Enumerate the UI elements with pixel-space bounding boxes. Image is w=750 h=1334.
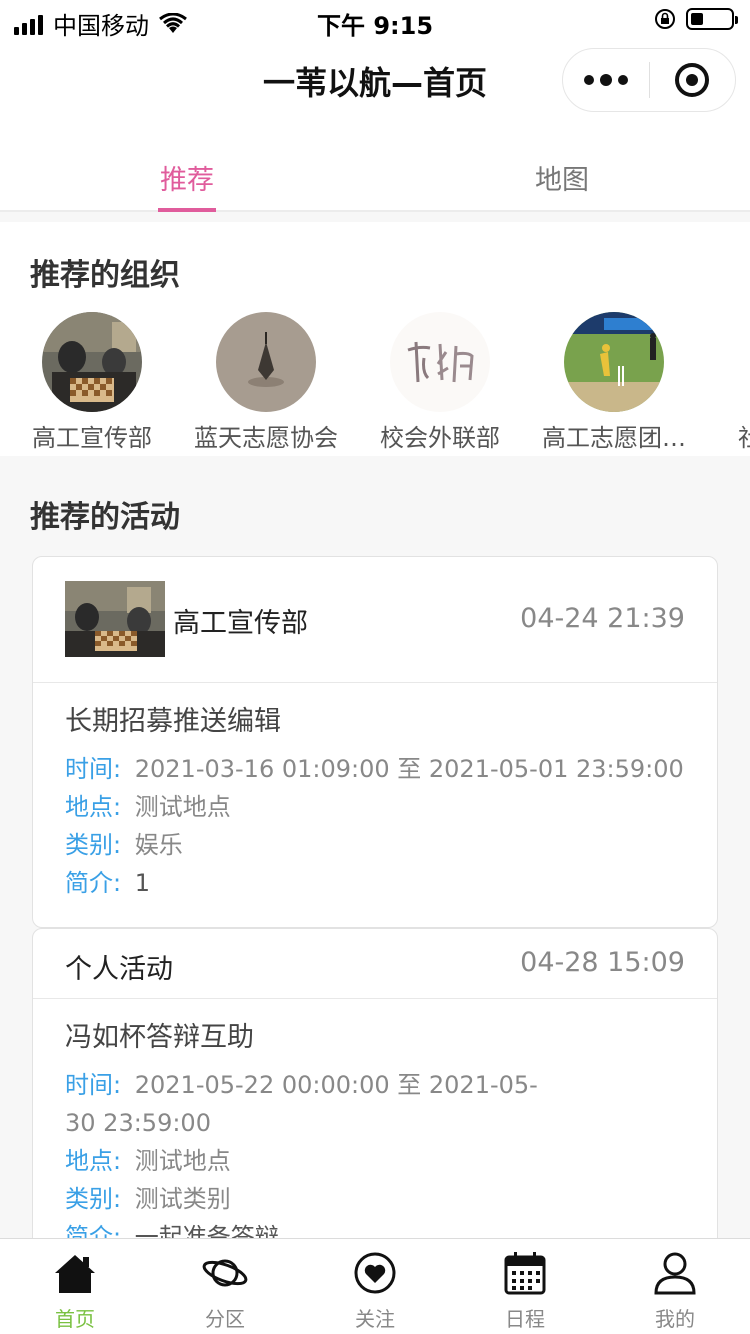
time-label: 时间: [65,755,122,783]
home-icon [55,1255,95,1293]
org-item[interactable]: 蓝天志愿协会 [186,312,346,453]
org-name: 校会外联部 [380,424,500,452]
activity-org-name: 个人活动 [65,954,173,985]
close-button[interactable] [650,48,736,112]
tabbar-label: 分区 [205,1307,245,1331]
activity-card[interactable]: 个人活动 04-28 15:09 冯如杯答辩互助 时间: 2021-05-22 … [32,928,718,1268]
tabbar-item-zones[interactable]: 分区 [150,1239,300,1334]
activity-category-row: 类别: 娱乐 [65,826,685,864]
close-target-icon [675,63,710,97]
place-value: 测试地点 [134,793,231,821]
activity-place-row: 地点: 测试地点 [65,1142,685,1180]
tabbar-label: 我的 [655,1307,695,1331]
org-item[interactable]: 高工宣传部 [12,312,172,453]
org-name: 高工志愿团… [542,424,686,452]
org-name: 蓝天志愿协会 [194,424,338,452]
tabbar-item-follow[interactable]: 关注 [300,1239,450,1334]
top-tabs: 推荐 地图 [0,124,750,212]
calendar-icon [504,1252,546,1295]
place-value: 测试地点 [134,1147,231,1175]
page: 中国移动 下午 9:15 一苇以航—首页 推荐 地图 推荐的组织 高工宣传部 蓝… [0,0,750,1334]
org-item[interactable]: 社 [708,312,750,453]
time-label: 时间: [65,1071,122,1099]
org-avatar [42,312,142,412]
recommended-orgs-section: 推荐的组织 高工宣传部 蓝天志愿协会 校会外联部 高工志愿团… [0,222,750,456]
org-name: 高工宣传部 [32,424,152,452]
org-item[interactable]: 校会外联部 [360,312,520,453]
tab-recommend[interactable]: 推荐 [87,158,287,197]
recommended-activities-section: 推荐的活动 高工宣传部 04-24 21:39 长期招募推送编辑 时间: 202… [0,456,750,1268]
user-icon [654,1252,696,1295]
category-value: 娱乐 [134,831,183,859]
activity-card-body: 冯如杯答辩互助 时间: 2021-05-22 00:00:00 至 2021-0… [33,999,717,1256]
nav-bar: 一苇以航—首页 [0,40,750,124]
activity-category-row: 类别: 测试类别 [65,1180,685,1218]
activity-org-name: 高工宣传部 [173,608,308,639]
activity-card-body: 长期招募推送编辑 时间: 2021-03-16 01:09:00 至 2021-… [33,683,717,902]
tabbar-item-schedule[interactable]: 日程 [450,1239,600,1334]
tabbar-label: 关注 [355,1307,395,1331]
activity-time-row: 时间: 2021-05-22 00:00:00 至 2021-05-30 23:… [65,1066,685,1142]
activity-card-header: 高工宣传部 04-24 21:39 [33,557,717,683]
category-label: 类别: [65,1185,122,1213]
tabbar-item-me[interactable]: 我的 [600,1239,750,1334]
more-button[interactable] [563,48,649,112]
org-avatar [738,312,750,412]
activity-card[interactable]: 高工宣传部 04-24 21:39 长期招募推送编辑 时间: 2021-03-1… [32,556,718,928]
time-value: 2021-05-22 00:00:00 至 2021-05-30 23:59:0… [65,1071,538,1137]
more-dots-icon [583,75,594,85]
category-value: 测试类别 [134,1185,231,1213]
planet-icon [202,1259,248,1287]
tabbar-item-home[interactable]: 首页 [0,1239,150,1334]
tab-indicator [158,208,216,212]
org-avatar [216,312,316,412]
bottom-tab-bar: 首页 分区 关注 日程 我的 [0,1238,750,1334]
org-thumbnail [65,581,165,657]
activity-time-row: 时间: 2021-03-16 01:09:00 至 2021-05-01 23:… [65,750,685,788]
place-label: 地点: [65,1147,122,1175]
intro-value: 1 [134,869,151,897]
heart-icon [354,1252,396,1294]
orgs-section-title: 推荐的组织 [30,258,180,293]
activity-place-row: 地点: 测试地点 [65,788,685,826]
activity-intro-row: 简介: 1 [65,864,685,902]
org-item[interactable]: 高工志愿团… [534,312,694,453]
intro-label: 简介: [65,869,122,897]
activity-card-header: 个人活动 04-28 15:09 [33,929,717,999]
activities-section-title: 推荐的活动 [30,500,180,535]
mini-program-capsule [562,48,736,112]
org-avatar [564,312,664,412]
category-label: 类别: [65,831,122,859]
tabbar-label: 日程 [505,1307,545,1331]
battery-icon [686,8,738,30]
activity-post-date: 04-28 15:09 [520,947,685,978]
org-avatar [390,312,490,412]
rotation-lock-icon [655,9,675,29]
time-value: 2021-03-16 01:09:00 至 2021-05-01 23:59:0… [134,755,684,783]
status-bar: 中国移动 下午 9:15 [0,0,750,40]
status-right [654,8,738,30]
activity-title: 冯如杯答辩互助 [65,1022,254,1053]
status-time: 下午 9:15 [316,12,434,40]
tabbar-label: 首页 [55,1307,95,1331]
tab-map[interactable]: 地图 [462,158,662,197]
place-label: 地点: [65,793,122,821]
activity-title: 长期招募推送编辑 [65,706,281,737]
org-name: 社 [708,418,750,453]
activity-post-date: 04-24 21:39 [520,603,685,634]
